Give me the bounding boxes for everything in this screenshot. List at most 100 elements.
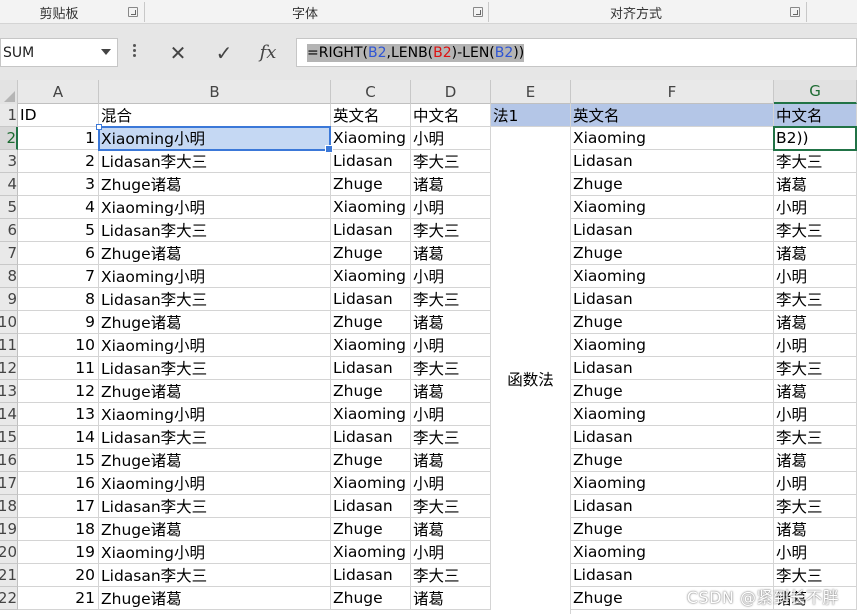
cell-chinese[interactable]: 小明 xyxy=(411,472,491,495)
row-header[interactable]: 17 xyxy=(0,472,18,495)
cell-english[interactable]: Zhuge xyxy=(331,518,411,541)
cell-chinese[interactable]: 诸葛 xyxy=(411,587,491,610)
cell-id[interactable]: 8 xyxy=(18,288,99,311)
cell-result-english[interactable]: Zhuge xyxy=(571,380,774,403)
cell-id[interactable]: 20 xyxy=(18,564,99,587)
row-header[interactable]: 8 xyxy=(0,265,18,288)
cell-english[interactable]: Zhuge xyxy=(331,242,411,265)
cell-english[interactable]: Zhuge xyxy=(331,173,411,196)
cell-result-english[interactable]: Lidasan xyxy=(571,219,774,242)
cell-english[interactable]: Xiaoming xyxy=(331,265,411,288)
alignment-launcher-icon[interactable] xyxy=(790,7,800,17)
cell-result-english[interactable]: Lidasan xyxy=(571,150,774,173)
worksheet-grid[interactable]: 1 ID 混合 英文名 中文名 法1 英文名 中文名 2 1 Xiaoming小明 X… xyxy=(0,104,857,614)
cell-a1[interactable]: ID xyxy=(18,104,99,127)
row-header[interactable]: 7 xyxy=(0,242,18,265)
cell-result-english[interactable]: Xiaoming xyxy=(571,334,774,357)
row-header[interactable]: 13 xyxy=(0,380,18,403)
cell-english[interactable]: Zhuge xyxy=(331,587,411,610)
cell-english[interactable]: Zhuge xyxy=(331,311,411,334)
cell-g1[interactable]: 中文名 xyxy=(774,104,857,127)
cell-chinese[interactable]: 李大三 xyxy=(411,564,491,587)
cell-mixed[interactable]: Xiaoming小明 xyxy=(99,196,331,219)
cell-id[interactable]: 17 xyxy=(18,495,99,518)
cell-id[interactable]: 13 xyxy=(18,403,99,426)
cell-result-chinese[interactable]: 诸葛 xyxy=(774,518,857,541)
row-header[interactable]: 9 xyxy=(0,288,18,311)
row-header[interactable]: 19 xyxy=(0,518,18,541)
cell-result-english[interactable]: Zhuge xyxy=(571,173,774,196)
cell-chinese[interactable]: 小明 xyxy=(411,196,491,219)
cell-mixed[interactable]: Zhuge诸葛 xyxy=(99,518,331,541)
cell-result-english[interactable]: Lidasan xyxy=(571,288,774,311)
column-header-c[interactable]: C xyxy=(331,80,411,104)
cell-result-chinese[interactable]: 小明 xyxy=(774,472,857,495)
cell-c1[interactable]: 英文名 xyxy=(331,104,411,127)
cell-chinese[interactable]: 诸葛 xyxy=(411,518,491,541)
font-launcher-icon[interactable] xyxy=(473,7,483,17)
cell-result-chinese[interactable]: 小明 xyxy=(774,265,857,288)
cell-english[interactable]: Lidasan xyxy=(331,150,411,173)
cell-result-chinese[interactable]: 诸葛 xyxy=(774,449,857,472)
cell-result-english[interactable]: Xiaoming xyxy=(571,403,774,426)
cell-chinese[interactable]: 小明 xyxy=(411,334,491,357)
cell-id[interactable]: 11 xyxy=(18,357,99,380)
cell-id[interactable]: 1 xyxy=(18,127,99,150)
cell-result-english[interactable]: Lidasan xyxy=(571,426,774,449)
cell-id[interactable]: 18 xyxy=(18,518,99,541)
cell-result-english[interactable]: Xiaoming xyxy=(571,127,774,150)
cell-result-chinese[interactable]: 诸葛 xyxy=(774,311,857,334)
cell-mixed[interactable]: Xiaoming小明 xyxy=(99,127,331,150)
cell-id[interactable]: 2 xyxy=(18,150,99,173)
cell-id[interactable]: 3 xyxy=(18,173,99,196)
cell-id[interactable]: 14 xyxy=(18,426,99,449)
row-header[interactable]: 14 xyxy=(0,403,18,426)
cell-chinese[interactable]: 李大三 xyxy=(411,495,491,518)
cell-english[interactable]: Lidasan xyxy=(331,564,411,587)
clipboard-launcher-icon[interactable] xyxy=(128,7,138,17)
cell-result-english[interactable]: Xiaoming xyxy=(571,541,774,564)
cell-result-chinese[interactable]: 李大三 xyxy=(774,357,857,380)
cell-result-chinese[interactable]: 李大三 xyxy=(774,426,857,449)
cell-chinese[interactable]: 小明 xyxy=(411,403,491,426)
ribbon-group-clipboard[interactable]: 剪贴板 xyxy=(0,0,118,24)
cell-english[interactable]: Xiaoming xyxy=(331,334,411,357)
cell-result-english[interactable]: Xiaoming xyxy=(571,472,774,495)
row-header[interactable]: 15 xyxy=(0,426,18,449)
row-header[interactable]: 18 xyxy=(0,495,18,518)
cell-result-english[interactable]: Lidasan xyxy=(571,357,774,380)
formula-input[interactable]: =RIGHT(B2,LENB(B2)-LEN(B2)) xyxy=(296,38,857,67)
ribbon-group-alignment[interactable]: 对齐方式 xyxy=(490,0,782,24)
cell-chinese[interactable]: 李大三 xyxy=(411,357,491,380)
cell-result-chinese[interactable]: 小明 xyxy=(774,541,857,564)
cell-result-english[interactable]: Zhuge xyxy=(571,311,774,334)
cell-result-chinese[interactable]: 李大三 xyxy=(774,219,857,242)
row-header[interactable]: 6 xyxy=(0,219,18,242)
cell-mixed[interactable]: Lidasan李大三 xyxy=(99,564,331,587)
cell-id[interactable]: 19 xyxy=(18,541,99,564)
cell-english[interactable]: Lidasan xyxy=(331,495,411,518)
cell-mixed[interactable]: Zhuge诸葛 xyxy=(99,380,331,403)
cell-mixed[interactable]: Lidasan李大三 xyxy=(99,495,331,518)
row-header[interactable]: 11 xyxy=(0,334,18,357)
cell-result-chinese[interactable]: 诸葛 xyxy=(774,173,857,196)
cell-mixed[interactable]: Zhuge诸葛 xyxy=(99,311,331,334)
cell-mixed[interactable]: Zhuge诸葛 xyxy=(99,173,331,196)
column-header-f[interactable]: F xyxy=(571,80,774,104)
cell-chinese[interactable]: 小明 xyxy=(411,541,491,564)
cell-d1[interactable]: 中文名 xyxy=(411,104,491,127)
cell-mixed[interactable]: Lidasan李大三 xyxy=(99,219,331,242)
cell-result-chinese[interactable]: B2)) xyxy=(774,127,857,150)
cell-id[interactable]: 7 xyxy=(18,265,99,288)
cell-chinese[interactable]: 诸葛 xyxy=(411,242,491,265)
cell-id[interactable]: 4 xyxy=(18,196,99,219)
cell-result-english[interactable]: Zhuge xyxy=(571,242,774,265)
select-all-button[interactable] xyxy=(0,80,18,104)
cell-chinese[interactable]: 李大三 xyxy=(411,426,491,449)
cell-english[interactable]: Xiaoming xyxy=(331,127,411,150)
row-header[interactable]: 3 xyxy=(0,150,18,173)
cell-result-chinese[interactable]: 李大三 xyxy=(774,495,857,518)
merged-cell-e[interactable]: 函数法 xyxy=(491,127,571,614)
row-header[interactable]: 1 xyxy=(0,104,18,127)
cell-mixed[interactable]: Zhuge诸葛 xyxy=(99,449,331,472)
